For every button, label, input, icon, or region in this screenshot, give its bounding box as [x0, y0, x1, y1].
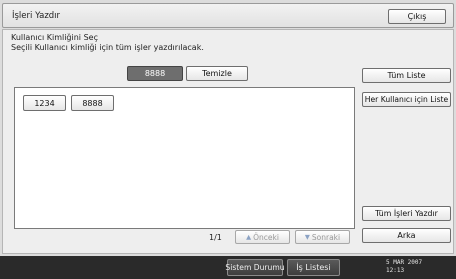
- window-title: İşleri Yazdır: [12, 11, 61, 21]
- triangle-down-icon: ▼: [304, 233, 310, 241]
- back-button[interactable]: Arka: [362, 228, 451, 243]
- triangle-up-icon: ▲: [246, 233, 252, 241]
- date-time: 5 MAR 2007 12:13: [386, 259, 422, 275]
- status-bar: Sistem Durumu İş Listesi 5 MAR 2007 12:1…: [0, 256, 456, 279]
- main-panel: Kullanıcı Kimliğini Seç Seçili Kullanıcı…: [2, 29, 454, 254]
- user-id-list: 1234 8888: [14, 87, 355, 229]
- screen: İşleri Yazdır Çıkış Kullanıcı Kimliğini …: [0, 0, 456, 279]
- time-text: 12:13: [386, 267, 405, 274]
- exit-button[interactable]: Çıkış: [388, 9, 446, 24]
- per-user-list-button[interactable]: Her Kullanıcı için Liste: [362, 92, 451, 107]
- previous-label: Önceki: [253, 232, 279, 242]
- system-status-button[interactable]: Sistem Durumu: [225, 259, 285, 276]
- clear-button[interactable]: Temizle: [186, 66, 248, 81]
- next-page-button[interactable]: ▼ Sonraki: [295, 230, 350, 244]
- previous-page-button[interactable]: ▲ Önceki: [235, 230, 290, 244]
- print-all-jobs-button[interactable]: Tüm İşleri Yazdır: [362, 206, 451, 221]
- job-list-button[interactable]: İş Listesi: [287, 259, 340, 276]
- instruction-title: Kullanıcı Kimliğini Seç: [11, 33, 98, 42]
- next-label: Sonraki: [311, 232, 341, 242]
- page-indicator: 1/1: [209, 233, 222, 242]
- user-id-button[interactable]: 1234: [23, 95, 66, 111]
- date-text: 5 MAR 2007: [386, 259, 423, 266]
- user-id-display[interactable]: 8888: [127, 66, 183, 81]
- all-list-button[interactable]: Tüm Liste: [362, 68, 451, 83]
- title-bar: İşleri Yazdır Çıkış: [2, 3, 454, 28]
- instruction-text: Seçili Kullanıcı kimliği için tüm işler …: [11, 43, 204, 52]
- user-id-button[interactable]: 8888: [71, 95, 114, 111]
